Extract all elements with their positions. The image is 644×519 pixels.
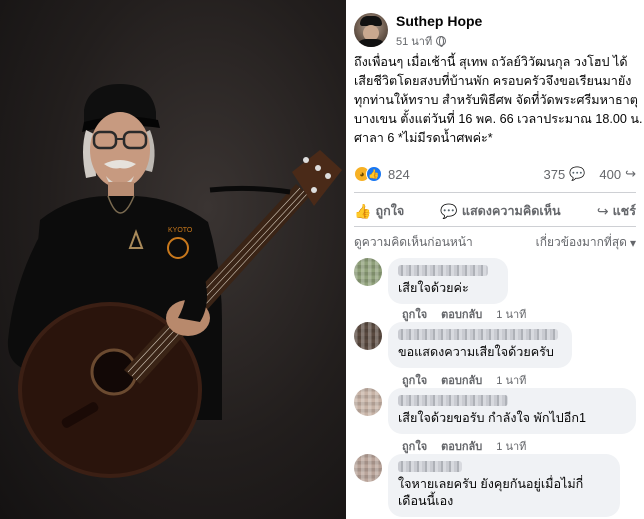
post-stats: 375 💬 400 ↪: [544, 166, 637, 182]
commenter-avatar[interactable]: [354, 388, 382, 416]
comment-item: ขอแสดงความเสียใจด้วยครับ ถูกใจ ตอบกลับ 1…: [354, 322, 644, 387]
post-meta: 51 นาที: [396, 32, 447, 50]
commenter-name-blurred[interactable]: [398, 461, 462, 472]
like-icon: 👍: [354, 202, 372, 219]
comment-time[interactable]: 1 นาที: [496, 305, 526, 323]
commenter-avatar[interactable]: [354, 258, 382, 286]
post-time[interactable]: 51 นาที: [396, 32, 432, 50]
comment-bubble: ใจหายเลยครับ ยังคุยกันอยู่เมื่อไม่กี่ เด…: [388, 454, 620, 517]
share-button[interactable]: ↪ แชร์: [597, 199, 636, 223]
like-button[interactable]: 👍 ถูกใจ: [354, 199, 404, 223]
comment-count[interactable]: 375: [544, 167, 566, 182]
view-previous-comments-link[interactable]: ดูความคิดเห็นก่อนหน้า: [354, 233, 473, 252]
musician-photo-illustration: KYOTO: [7, 84, 342, 478]
comment-reply-link[interactable]: ตอบกลับ: [441, 437, 482, 455]
comment-item: เสียใจด้วยขอรับ กำลังใจ พักไปอีก1 ถูกใจ …: [354, 388, 644, 453]
chevron-down-icon: ▾: [629, 235, 636, 250]
post-actions: 👍 ถูกใจ 💬 แสดงความคิดเห็น ↪ แชร์: [354, 199, 636, 223]
author-avatar[interactable]: [354, 13, 388, 47]
comment-item: ใจหายเลยครับ ยังคุยกันอยู่เมื่อไม่กี่ เด…: [354, 454, 644, 519]
share-icon: ↪: [596, 202, 609, 219]
comment-item: เสียใจด้วยค่ะ ถูกใจ ตอบกลับ 1 นาที: [354, 258, 644, 321]
comment-text: เสียใจด้วยขอรับ กำลังใจ พักไปอีก1: [398, 411, 586, 425]
comment-bubble: ขอแสดงความเสียใจด้วยครับ: [388, 322, 572, 368]
post-text-line: ศาลา 6 *ไม่มีรดน้ำศพค่ะ*: [354, 131, 493, 145]
share-count-icon: ↪: [625, 166, 636, 181]
divider: [354, 192, 636, 193]
like-button-label: ถูกใจ: [375, 204, 405, 218]
comment-button-label: แสดงความคิดเห็น: [461, 204, 561, 218]
comment-footer: ถูกใจ ตอบกลับ 1 นาที: [402, 437, 526, 455]
post-text-line: บางเขน ตั้งแต่วันที่ 16 พค. 66 เวลาประมา…: [354, 112, 643, 126]
commenter-name-blurred[interactable]: [398, 265, 488, 276]
post-text-line: เสียชีวิตโดยสงบที่บ้านพัก ครอบครัวจึงขอเ…: [354, 74, 632, 88]
comment-reply-link[interactable]: ตอบกลับ: [441, 305, 482, 323]
reaction-count[interactable]: 824: [388, 167, 410, 182]
comment-like-link[interactable]: ถูกใจ: [402, 437, 427, 455]
comment-time[interactable]: 1 นาที: [496, 437, 526, 455]
comment-text: เดือนนี้เอง: [398, 494, 454, 508]
shirt-logo-text: KYOTO: [168, 227, 193, 234]
reactions-bar: ◕ 👍 824 375 💬 400 ↪: [354, 164, 636, 184]
comment-like-link[interactable]: ถูกใจ: [402, 305, 427, 323]
post-text: ถึงเพื่อนๆ เมื่อเช้านี้ สุเทพ ถวัลย์วิวั…: [354, 53, 643, 148]
comment-footer: ถูกใจ ตอบกลับ 1 นาที: [402, 305, 526, 323]
comment-reply-link[interactable]: ตอบกลับ: [441, 371, 482, 389]
comment-button[interactable]: 💬 แสดงความคิดเห็น: [440, 199, 560, 223]
commenter-name-blurred[interactable]: [398, 329, 558, 340]
sort-dropdown-label: เกี่ยวข้องมากที่สุด: [535, 235, 627, 249]
facebook-post-panel: Suthep Hope 51 นาที ถึงเพื่อนๆ เมื่อเช้า…: [346, 0, 644, 519]
commenter-avatar[interactable]: [354, 454, 382, 482]
comment-time[interactable]: 1 นาที: [496, 371, 526, 389]
share-button-label: แชร์: [612, 204, 636, 218]
comment-bubble: เสียใจด้วยค่ะ: [388, 258, 508, 304]
post-photo[interactable]: KYOTO: [0, 0, 346, 519]
comment-text: ใจหายเลยครับ ยังคุยกันอยู่เมื่อไม่กี่: [398, 477, 584, 491]
author-name[interactable]: Suthep Hope: [396, 13, 482, 29]
comment-bubble: เสียใจด้วยขอรับ กำลังใจ พักไปอีก1: [388, 388, 636, 434]
commenter-name-blurred[interactable]: [398, 395, 508, 406]
comment-like-link[interactable]: ถูกใจ: [402, 371, 427, 389]
share-count[interactable]: 400: [599, 167, 621, 182]
comment-icon: 💬: [440, 202, 458, 219]
like-reaction-icon[interactable]: 👍: [366, 166, 382, 182]
sort-dropdown[interactable]: เกี่ยวข้องมากที่สุด ▾: [536, 233, 636, 252]
post-text-line: ทุกท่านให้ทราบ สำหรับพิธีศพ จัดที่วัดพระ…: [354, 93, 638, 107]
comment-text: ขอแสดงความเสียใจด้วยครับ: [398, 345, 554, 359]
comment-sort-row: ดูความคิดเห็นก่อนหน้า เกี่ยวข้องมากที่สุ…: [354, 233, 636, 252]
comment-text: เสียใจด้วยค่ะ: [398, 281, 469, 295]
comment-footer: ถูกใจ ตอบกลับ 1 นาที: [402, 371, 526, 389]
comment-count-icon: 💬: [569, 166, 586, 181]
divider: [354, 226, 636, 227]
post-text-line: ถึงเพื่อนๆ เมื่อเช้านี้ สุเทพ ถวัลย์วิวั…: [354, 55, 628, 69]
commenter-avatar[interactable]: [354, 322, 382, 350]
globe-icon: [436, 36, 447, 47]
